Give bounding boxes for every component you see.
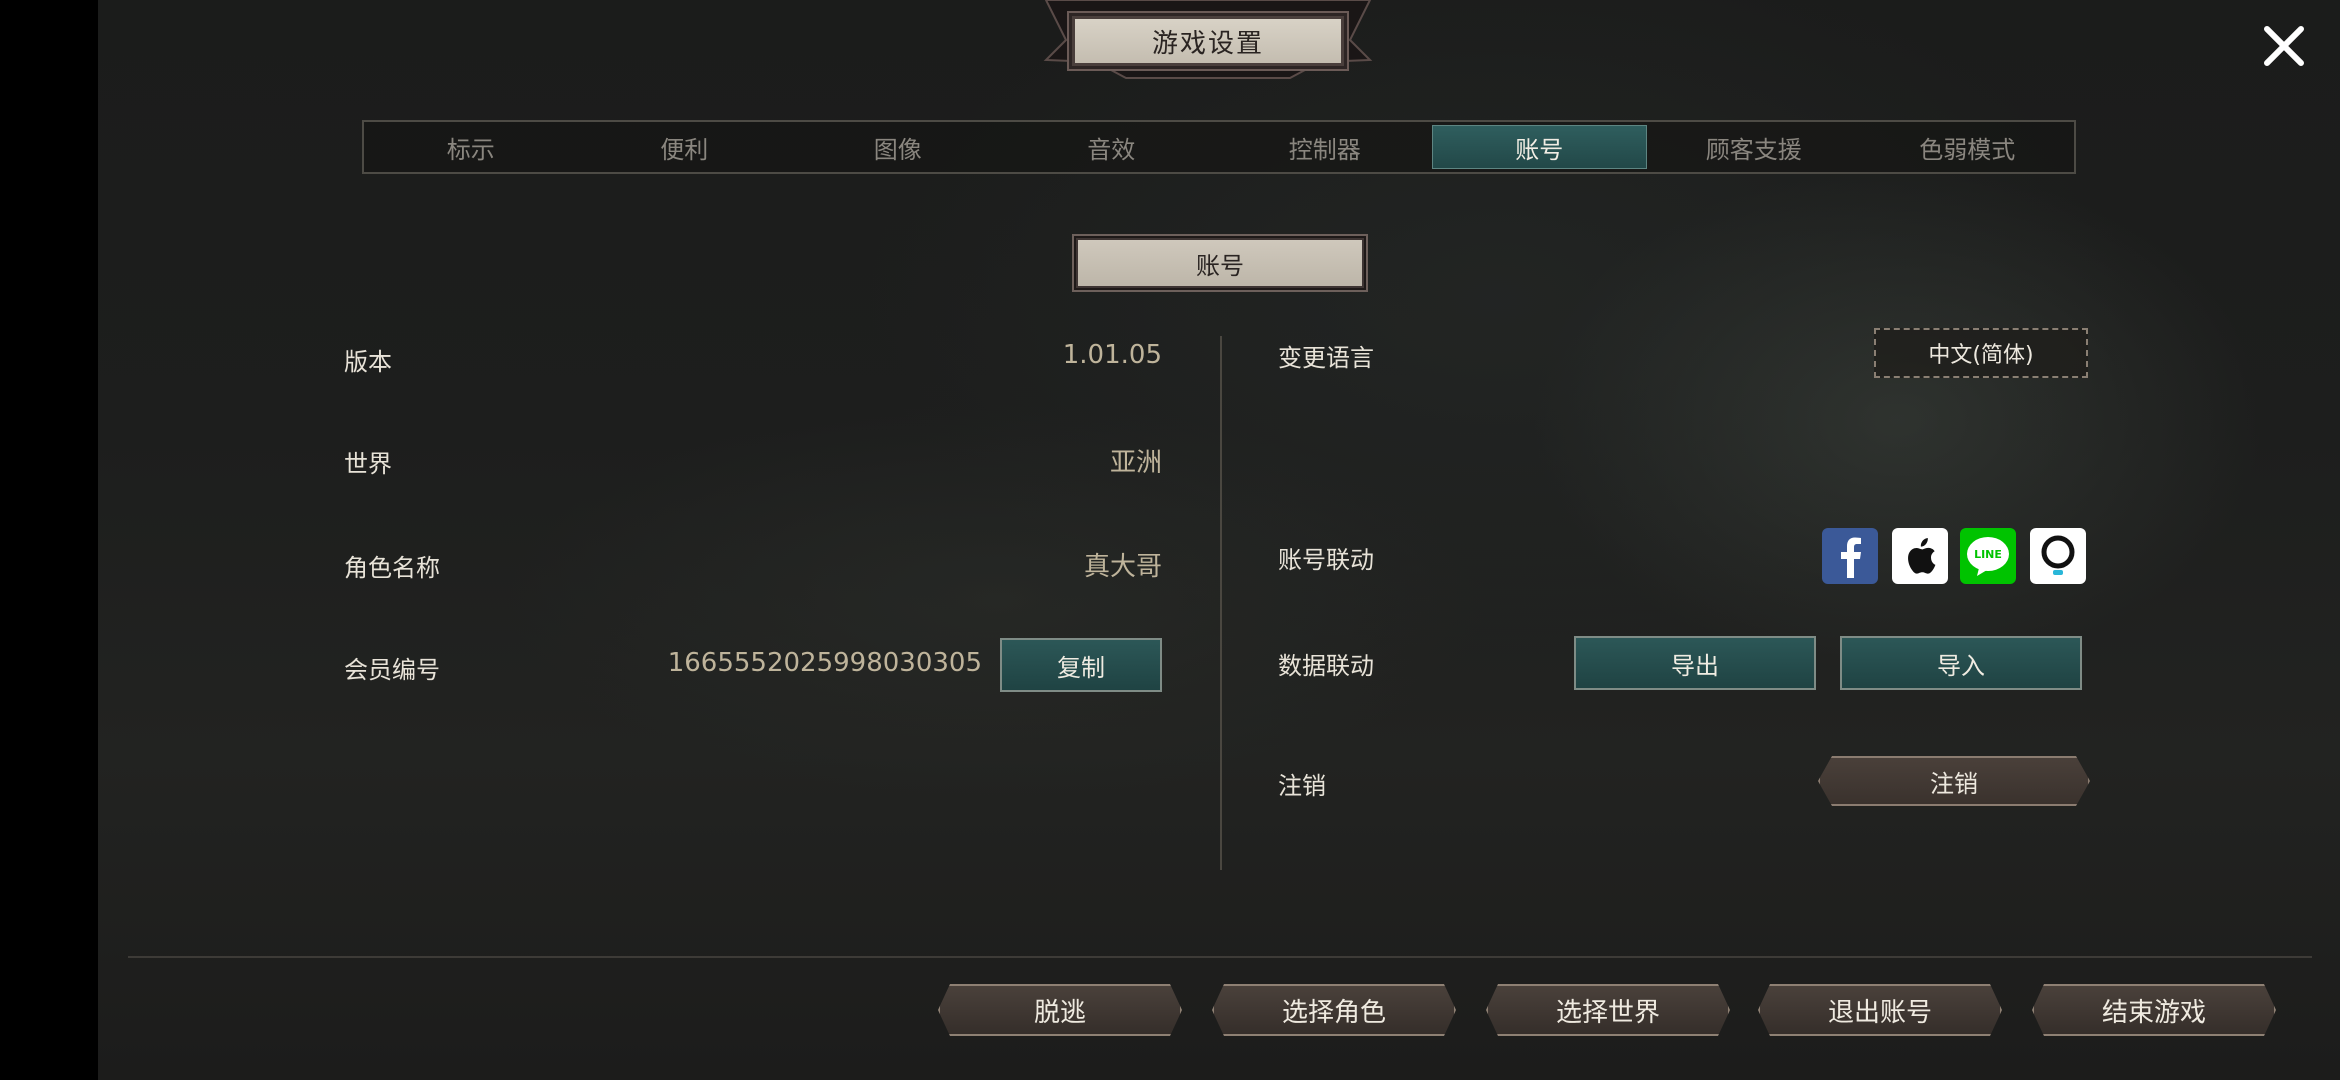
world-value: 亚洲 bbox=[1109, 448, 1162, 478]
onestore-link-button[interactable] bbox=[2030, 528, 2086, 584]
tab-sound[interactable]: 音效 bbox=[1005, 125, 1219, 169]
version-label: 版本 bbox=[344, 348, 392, 376]
import-button[interactable]: 导入 bbox=[1840, 636, 2082, 690]
tab-controller[interactable]: 控制器 bbox=[1218, 125, 1432, 169]
character-name-value: 真大哥 bbox=[1083, 552, 1162, 582]
close-icon bbox=[2264, 26, 2304, 66]
language-select[interactable]: 中文(简体) bbox=[1874, 328, 2088, 378]
tab-account[interactable]: 账号 bbox=[1431, 125, 1647, 169]
settings-tabs: 标示 便利 图像 音效 控制器 账号 顾客支援 色弱模式 bbox=[362, 120, 2076, 174]
logout-button[interactable]: 退出账号 bbox=[1758, 984, 2002, 1036]
apple-link-button[interactable] bbox=[1892, 528, 1948, 584]
tab-colorblind-mode[interactable]: 色弱模式 bbox=[1861, 125, 2075, 169]
apple-icon bbox=[1908, 538, 1936, 574]
svg-text:LINE: LINE bbox=[1974, 548, 2002, 561]
bottom-divider bbox=[128, 956, 2312, 958]
deregister-label: 注销 bbox=[1278, 772, 1326, 800]
language-label: 变更语言 bbox=[1278, 344, 1374, 372]
select-world-button[interactable]: 选择世界 bbox=[1486, 984, 1730, 1036]
escape-button[interactable]: 脱逃 bbox=[938, 984, 1182, 1036]
onestore-icon bbox=[2041, 535, 2075, 575]
member-id-value: 1665552025998030305 bbox=[667, 648, 982, 678]
line-icon: LINE bbox=[1967, 537, 2009, 576]
tab-graphics[interactable]: 图像 bbox=[791, 125, 1005, 169]
section-title: 账号 bbox=[1076, 238, 1364, 288]
select-character-button[interactable]: 选择角色 bbox=[1212, 984, 1456, 1036]
tab-convenience[interactable]: 便利 bbox=[578, 125, 792, 169]
character-name-label: 角色名称 bbox=[344, 554, 440, 582]
tab-display[interactable]: 标示 bbox=[364, 125, 578, 169]
deregister-button[interactable]: 注销 bbox=[1818, 756, 2090, 806]
close-button[interactable] bbox=[2258, 20, 2310, 72]
copy-button[interactable]: 复制 bbox=[1000, 638, 1162, 692]
line-link-button[interactable]: LINE bbox=[1960, 528, 2016, 584]
facebook-icon bbox=[1841, 537, 1861, 578]
facebook-link-button[interactable] bbox=[1822, 528, 1878, 584]
world-label: 世界 bbox=[344, 450, 392, 478]
account-link-label: 账号联动 bbox=[1278, 546, 1374, 574]
quit-game-button[interactable]: 结束游戏 bbox=[2032, 984, 2276, 1036]
tab-customer-support[interactable]: 顾客支援 bbox=[1647, 125, 1861, 169]
version-value: 1.01.05 bbox=[1062, 340, 1162, 370]
data-link-label: 数据联动 bbox=[1278, 652, 1374, 680]
member-id-label: 会员编号 bbox=[344, 656, 440, 684]
page-title: 游戏设置 bbox=[1072, 16, 1344, 66]
column-divider bbox=[1220, 336, 1222, 870]
export-button[interactable]: 导出 bbox=[1574, 636, 1816, 690]
